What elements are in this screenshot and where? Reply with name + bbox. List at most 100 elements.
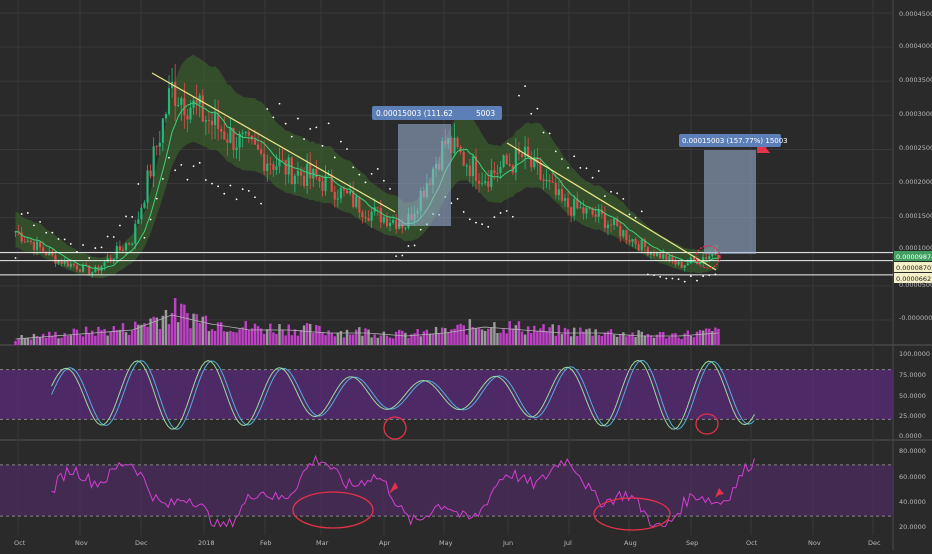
candle-body (223, 131, 226, 140)
volume-bar (20, 334, 23, 345)
candle-body (668, 255, 671, 261)
volume-bar (612, 334, 616, 345)
volume-bar (468, 319, 472, 345)
volume-bar (548, 327, 551, 345)
sar-dot (45, 231, 48, 234)
candle-body (72, 263, 75, 266)
volume-bar (511, 328, 515, 345)
candle-body (579, 207, 582, 209)
candle-body (524, 146, 527, 157)
volume-bar (244, 320, 247, 345)
time-label: Sep (686, 539, 698, 547)
volume-bar (554, 335, 558, 345)
volume-bar (677, 337, 680, 345)
sar-dot (487, 225, 490, 228)
volume-bar (364, 328, 367, 345)
volume-bar (321, 332, 324, 345)
volume-bar (115, 329, 119, 345)
measure-label-1[interactable]: 0.00015003 (111.62 5003 (372, 106, 502, 120)
rsi-tick: 80.0000 (899, 447, 926, 455)
candle-body (566, 198, 570, 208)
volume-bar (232, 331, 235, 345)
volume-bar (198, 322, 201, 345)
trading-chart[interactable]: 0.00015003 (111.62 5003 0.00015003 (157.… (0, 0, 932, 550)
volume-bar (603, 332, 607, 345)
volume-bar (23, 337, 26, 345)
candle-body (628, 240, 631, 242)
candle-body (364, 216, 367, 219)
candle-body (481, 183, 484, 185)
volume-bar (401, 330, 404, 345)
sar-dot (272, 116, 275, 119)
sar-dot (548, 132, 551, 135)
volume-bar (572, 327, 576, 345)
volume-bar (318, 325, 321, 345)
candle-body (361, 212, 364, 217)
time-label: Mar (316, 539, 329, 547)
sar-dot (204, 179, 207, 181)
candle-body (609, 224, 613, 226)
sar-dot (309, 128, 312, 130)
candle-body (321, 181, 324, 191)
candle-body (619, 226, 622, 237)
candle-body (29, 240, 32, 242)
volume-bar (287, 324, 290, 345)
volume-bar (201, 316, 205, 345)
sar-dot (254, 196, 256, 199)
volume-bar (447, 332, 450, 345)
volume-bar (708, 328, 711, 345)
sar-dot (603, 195, 606, 198)
candle-body (284, 160, 287, 175)
sar-dot (241, 188, 244, 191)
volume-bar (557, 325, 561, 345)
volume-bar (597, 334, 600, 345)
candle-body (355, 196, 358, 207)
measure-label-2[interactable]: 0.00015003 (157.77%) 15003 (679, 134, 788, 147)
volume-bar (496, 333, 499, 345)
volume-bar (29, 339, 33, 345)
volume-bar (465, 334, 468, 345)
volume-bar (652, 337, 656, 345)
volume-bar (238, 329, 241, 345)
candle-body (23, 241, 26, 243)
volume-bar (622, 332, 625, 345)
volume-bar (266, 329, 269, 345)
candle-body (367, 218, 370, 221)
price-tick: 0.00035000 (899, 76, 932, 84)
volume-bar (658, 331, 662, 345)
sar-dot (333, 156, 336, 159)
sar-dot (33, 224, 35, 227)
volume-bar (355, 329, 358, 345)
candle-body (192, 100, 195, 108)
volume-bar (207, 331, 211, 345)
sar-dot (382, 179, 385, 182)
candle-body (229, 127, 232, 143)
volume-bar (109, 331, 112, 345)
candle-body (318, 177, 321, 182)
sar-dot (683, 280, 686, 283)
sar-dot (475, 221, 477, 224)
candle-body (253, 139, 257, 145)
sar-dot (677, 278, 680, 281)
sar-dot (610, 190, 612, 193)
volume-bar (38, 337, 42, 345)
candle-body (146, 170, 149, 203)
volume-bar (585, 329, 588, 345)
sar-dot (69, 243, 72, 245)
sar-dot (659, 276, 662, 278)
sar-dot (524, 85, 526, 88)
sar-dot (481, 223, 484, 226)
candle-body (213, 113, 217, 126)
volume-bar (54, 331, 57, 345)
volume-bar (490, 327, 493, 345)
volume-bar (704, 328, 708, 345)
volume-bar (502, 329, 505, 345)
sar-dot (536, 107, 539, 110)
volume-bar (41, 333, 45, 345)
volume-bar (440, 327, 444, 345)
volume-bar (32, 333, 36, 345)
candle-body (625, 230, 628, 241)
volume-bar (333, 336, 336, 345)
candle-body (302, 175, 306, 186)
volume-bar (112, 326, 115, 345)
